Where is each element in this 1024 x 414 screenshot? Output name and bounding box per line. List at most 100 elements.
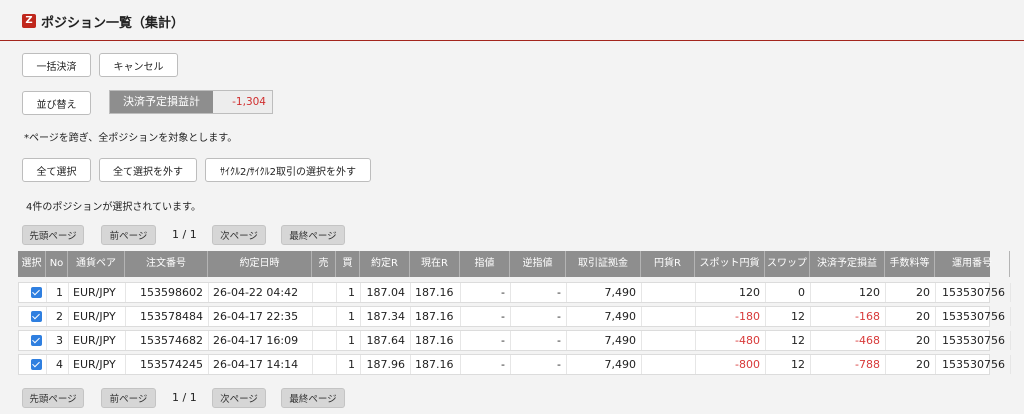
- cell-exec-rate: 187.04: [361, 283, 411, 302]
- select-all-button[interactable]: 全て選択: [22, 158, 91, 182]
- next-page-button[interactable]: 次ページ: [212, 388, 266, 408]
- cell-sell: [313, 307, 337, 326]
- table-row[interactable]: 3 EUR/JPY 153574682 26-04-17 16:09 1 187.64 18…: [18, 330, 1011, 351]
- cell-current-rate: 187.16: [411, 307, 461, 326]
- settlement-pl-summary: 決済予定損益計 -1,304: [109, 90, 273, 114]
- cell-no: 2: [47, 307, 69, 326]
- cell-stop: -: [511, 307, 567, 326]
- cell-order-number: 153578484: [126, 307, 209, 326]
- table-row[interactable]: 1 EUR/JPY 153598602 26-04-22 04:42 1 187.04 18…: [18, 282, 1011, 303]
- select-cell: [19, 283, 47, 302]
- cell-swap: 12: [766, 331, 811, 350]
- column-header-current-rate: 現在R: [410, 251, 460, 277]
- cell-order-number: 153574682: [126, 331, 209, 350]
- cell-limit: -: [461, 283, 511, 302]
- cell-spot-yen: 120: [696, 283, 766, 302]
- cell-currency-pair: EUR/JPY: [69, 331, 126, 350]
- last-page-button[interactable]: 最終ページ: [281, 225, 345, 245]
- brand-logo-icon: Z: [22, 14, 36, 28]
- cell-sell: [313, 331, 337, 350]
- cell-fee: 20: [886, 283, 936, 302]
- cell-no: 3: [47, 331, 69, 350]
- cell-no: 4: [47, 355, 69, 374]
- column-header-fee: 手数料等: [885, 251, 935, 277]
- cell-settlement-pl: -468: [811, 331, 886, 350]
- cell-exec-datetime: 26-04-17 22:35: [209, 307, 313, 326]
- cell-limit: -: [461, 307, 511, 326]
- row-checkbox[interactable]: [31, 311, 42, 322]
- page-indicator: 1 / 1: [172, 391, 197, 404]
- cell-stop: -: [511, 283, 567, 302]
- select-cell: [19, 307, 47, 326]
- cell-settlement-pl: -788: [811, 355, 886, 374]
- column-header-sell: 売: [312, 251, 336, 277]
- next-page-button[interactable]: 次ページ: [212, 225, 266, 245]
- cell-settlement-pl: -168: [811, 307, 886, 326]
- cell-sell: [313, 283, 337, 302]
- settlement-pl-label: 決済予定損益計: [110, 91, 213, 113]
- cell-margin: 7,490: [567, 355, 642, 374]
- cell-stop: -: [511, 355, 567, 374]
- cell-spot-yen: -800: [696, 355, 766, 374]
- cell-stop: -: [511, 331, 567, 350]
- cell-sell: [313, 355, 337, 374]
- cell-operation-number: 153530756: [936, 307, 1011, 326]
- first-page-button[interactable]: 先頭ページ: [22, 388, 84, 408]
- cell-swap: 0: [766, 283, 811, 302]
- bulk-settle-button[interactable]: 一括決済: [22, 53, 91, 77]
- deselect-all-button[interactable]: 全て選択を外す: [99, 158, 197, 182]
- column-header-spot-yen: スポット円貨: [695, 251, 765, 277]
- table-row[interactable]: 4 EUR/JPY 153574245 26-04-17 14:14 1 187.96 18…: [18, 354, 1011, 375]
- sort-button[interactable]: 並び替え: [22, 91, 91, 115]
- page-indicator: 1 / 1: [172, 228, 197, 241]
- column-header-select: 選択: [18, 251, 46, 277]
- first-page-button[interactable]: 先頭ページ: [22, 225, 84, 245]
- column-header-exec-datetime: 約定日時: [208, 251, 312, 277]
- column-header-no: No: [46, 251, 68, 277]
- cell-exec-rate: 187.34: [361, 307, 411, 326]
- column-header-operation-number: 運用番号: [935, 251, 1010, 277]
- cell-margin: 7,490: [567, 283, 642, 302]
- row-checkbox[interactable]: [31, 287, 42, 298]
- cell-operation-number: 153530756: [936, 331, 1011, 350]
- notice-text: *ページを跨ぎ、全ポジションを対象とします。: [24, 133, 238, 144]
- cell-operation-number: 153530756: [936, 355, 1011, 374]
- deselect-cycle-button[interactable]: ｻｲｸﾙ2/ｻｲｸﾙ2取引の選択を外す: [205, 158, 371, 182]
- column-header-order-number: 注文番号: [125, 251, 208, 277]
- row-checkbox[interactable]: [31, 335, 42, 346]
- prev-page-button[interactable]: 前ページ: [101, 225, 156, 245]
- cell-current-rate: 187.16: [411, 283, 461, 302]
- cell-currency-pair: EUR/JPY: [69, 283, 126, 302]
- cell-currency-pair: EUR/JPY: [69, 355, 126, 374]
- cancel-button[interactable]: キャンセル: [99, 53, 178, 77]
- column-header-exec-rate: 約定R: [360, 251, 410, 277]
- cell-order-number: 153598602: [126, 283, 209, 302]
- cell-yen-rate: [642, 355, 696, 374]
- cell-limit: -: [461, 355, 511, 374]
- cell-fee: 20: [886, 307, 936, 326]
- cell-exec-datetime: 26-04-22 04:42: [209, 283, 313, 302]
- column-header-margin: 取引証拠金: [566, 251, 641, 277]
- row-checkbox[interactable]: [31, 359, 42, 370]
- cell-spot-yen: -180: [696, 307, 766, 326]
- cell-current-rate: 187.16: [411, 331, 461, 350]
- cell-margin: 7,490: [567, 331, 642, 350]
- cell-yen-rate: [642, 331, 696, 350]
- cell-currency-pair: EUR/JPY: [69, 307, 126, 326]
- prev-page-button[interactable]: 前ページ: [101, 388, 156, 408]
- select-cell: [19, 331, 47, 350]
- cell-exec-rate: 187.64: [361, 331, 411, 350]
- cell-fee: 20: [886, 355, 936, 374]
- cell-buy: 1: [337, 331, 361, 350]
- last-page-button[interactable]: 最終ページ: [281, 388, 345, 408]
- table-row[interactable]: 2 EUR/JPY 153578484 26-04-17 22:35 1 187.34 18…: [18, 306, 1011, 327]
- cell-buy: 1: [337, 307, 361, 326]
- cell-operation-number: 153530756: [936, 283, 1011, 302]
- column-header-swap: スワップ: [765, 251, 810, 277]
- cell-exec-rate: 187.96: [361, 355, 411, 374]
- column-header-currency-pair: 通貨ペア: [68, 251, 125, 277]
- cell-current-rate: 187.16: [411, 355, 461, 374]
- column-header-stop: 逆指値: [510, 251, 566, 277]
- column-header-limit: 指値: [460, 251, 510, 277]
- cell-spot-yen: -480: [696, 331, 766, 350]
